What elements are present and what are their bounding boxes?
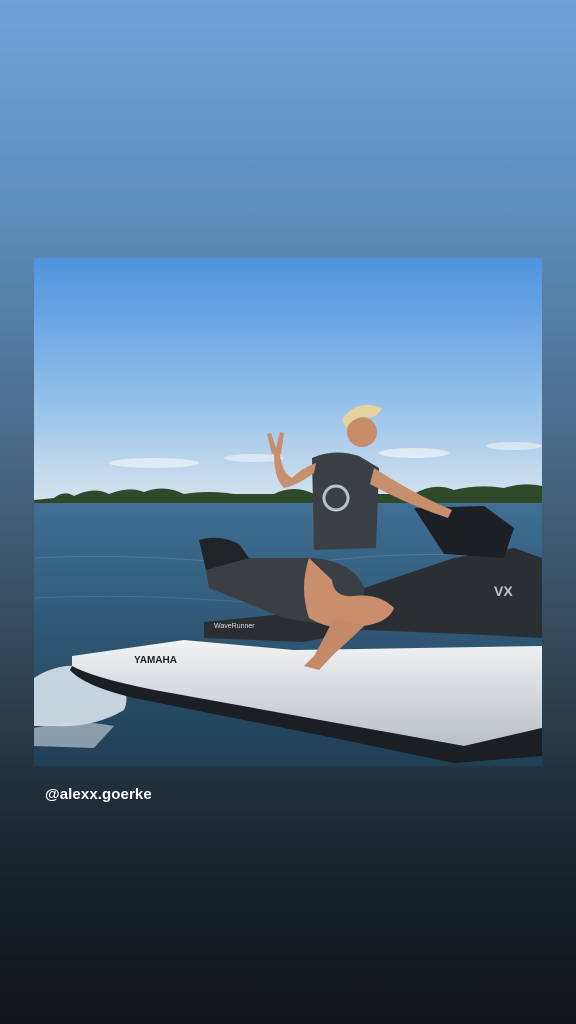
mention-sticker[interactable]: @alexx.goerke [45,786,152,803]
model-text: WaveRunner [214,623,255,630]
story-photo: YAMAHA WaveRunner VX [34,258,542,766]
rider-vest [312,452,379,550]
badge-text: VX [494,583,513,599]
cloud [109,458,199,468]
cloud [486,442,542,450]
sky [34,258,542,503]
jet-ski-photo: YAMAHA WaveRunner VX [34,258,542,766]
brand-text: YAMAHA [134,655,177,666]
cloud [379,448,449,458]
